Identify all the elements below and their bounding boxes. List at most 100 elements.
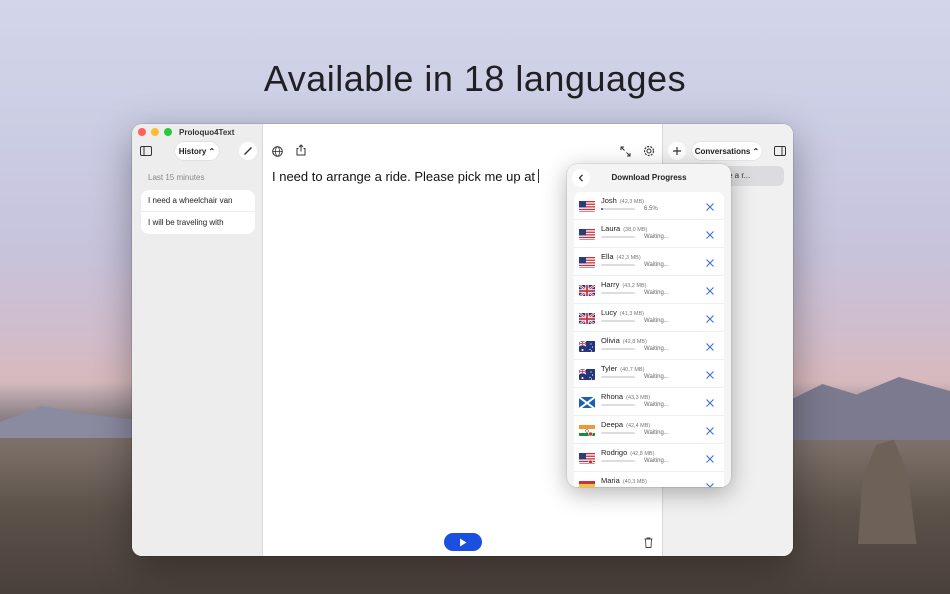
close-window-button[interactable] <box>138 128 146 136</box>
voice-name-line: Deepa (42,4 MB) <box>601 420 650 429</box>
voice-size: (40,7 MB) <box>620 367 645 373</box>
voice-size: (42,8 MB) <box>622 339 647 345</box>
voice-download-row: Rodrigo (42,8 MB) Waiting... <box>574 444 724 472</box>
close-icon <box>706 483 714 487</box>
cancel-download-button[interactable] <box>704 452 716 464</box>
language-button[interactable] <box>268 142 286 160</box>
voice-size: (42,3 MB) <box>616 255 641 261</box>
voice-name-line: Rodrigo (42,8 MB) <box>601 448 654 457</box>
flag-us-icon <box>579 228 595 240</box>
download-progress-fill <box>601 208 604 210</box>
download-progress-bar <box>601 348 635 350</box>
voice-size: (41,3 MB) <box>619 311 644 317</box>
voice-name: Laura <box>601 224 621 233</box>
download-progress-bar <box>601 236 635 238</box>
voice-name: Olivia <box>601 336 620 345</box>
history-sidebar: Proloquo4Text History ⌃ Last 15 minutes … <box>132 124 263 556</box>
close-icon <box>706 287 714 295</box>
voice-download-row: Ella (42,3 MB) Waiting... <box>574 248 724 276</box>
cancel-download-button[interactable] <box>704 396 716 408</box>
voice-download-row: Olivia (42,8 MB) Waiting... <box>574 332 724 360</box>
flag-scotland-icon <box>579 396 595 408</box>
headline: Available in 18 languages <box>263 58 687 99</box>
popover-title: Download Progress <box>611 173 687 182</box>
cancel-download-button[interactable] <box>704 424 716 436</box>
close-icon <box>706 315 714 323</box>
voice-size: (38,0 MB) <box>623 227 648 233</box>
download-progress-bar <box>601 292 635 294</box>
download-progress-bar <box>601 264 635 266</box>
sidebar-left-icon <box>140 146 152 156</box>
download-progress-bar <box>601 208 635 210</box>
flag-in-icon <box>579 424 595 436</box>
voice-size: (40,3 MB) <box>622 479 647 485</box>
voice-name: Ella <box>601 252 614 261</box>
flag-au-icon <box>579 340 595 352</box>
cancel-download-button[interactable] <box>704 284 716 296</box>
fullscreen-button[interactable] <box>616 142 634 160</box>
text-caret <box>538 169 540 183</box>
cancel-download-button[interactable] <box>704 200 716 212</box>
flag-us-icon <box>579 256 595 268</box>
download-status: Waiting... <box>644 374 669 380</box>
cancel-download-button[interactable] <box>704 312 716 324</box>
speak-button[interactable] <box>444 533 482 551</box>
cancel-download-button[interactable] <box>704 368 716 380</box>
flag-es-icon <box>579 480 595 487</box>
compose-button[interactable] <box>239 142 257 160</box>
voice-download-row: Lucy (41,3 MB) Waiting... <box>574 304 724 332</box>
add-conversation-button[interactable] <box>668 142 686 160</box>
text-editor[interactable]: I need to arrange a ride. Please pick me… <box>272 169 540 184</box>
globe-icon <box>271 145 283 157</box>
voice-name-line: Harry (43,2 MB) <box>601 280 647 289</box>
conversations-menu-button[interactable]: Conversations ⌃ <box>692 142 762 160</box>
voice-download-row: Rhona (43,3 MB) Waiting... <box>574 388 724 416</box>
download-status: Waiting... <box>644 234 669 240</box>
expand-icon <box>620 146 630 156</box>
voice-download-row: Harry (43,2 MB) Waiting... <box>574 276 724 304</box>
download-status: Waiting... <box>644 262 669 268</box>
gear-icon <box>643 145 655 157</box>
download-status: Waiting... <box>644 402 669 408</box>
share-icon <box>296 144 306 156</box>
voice-download-list: Josh (42,3 MB) 6.5% Laura (38,0 MB) Waiting..… <box>574 192 724 487</box>
voice-name-line: Josh (42,3 MB) <box>601 196 644 205</box>
download-progress-bar <box>601 432 635 434</box>
plus-icon <box>673 147 681 155</box>
voice-name: Rhona <box>601 392 624 401</box>
cancel-download-button[interactable] <box>704 340 716 352</box>
toggle-right-sidebar-button[interactable] <box>771 142 789 160</box>
history-menu-button[interactable]: History ⌃ <box>175 142 219 160</box>
voice-name-line: Laura (38,0 MB) <box>601 224 647 233</box>
settings-button[interactable] <box>640 142 658 160</box>
sidebar-right-icon <box>774 146 786 156</box>
pencil-icon <box>244 147 252 155</box>
download-status: Waiting... <box>644 290 669 296</box>
history-list: I need a wheelchair van I will be travel… <box>141 190 255 234</box>
close-icon <box>706 427 714 435</box>
voice-download-row: Josh (42,3 MB) 6.5% <box>574 192 724 220</box>
cancel-download-button[interactable] <box>704 480 716 487</box>
history-item[interactable]: I will be traveling with <box>141 212 255 234</box>
zoom-window-button[interactable] <box>164 128 172 136</box>
voice-download-row: Maria (40,3 MB) <box>574 472 724 487</box>
close-icon <box>706 371 714 379</box>
play-icon <box>460 538 467 546</box>
voice-name: Tyler <box>601 364 618 373</box>
trash-icon <box>644 537 652 548</box>
section-label: Last 15 minutes <box>148 173 205 182</box>
minimize-window-button[interactable] <box>151 128 159 136</box>
share-button[interactable] <box>292 141 310 159</box>
download-progress-bar <box>601 460 635 462</box>
download-status: 6.5% <box>644 206 658 212</box>
flag-au-icon <box>579 368 595 380</box>
download-progress-bar <box>601 320 635 322</box>
close-icon <box>706 203 714 211</box>
voice-download-row: Laura (38,0 MB) Waiting... <box>574 220 724 248</box>
cancel-download-button[interactable] <box>704 256 716 268</box>
clear-button[interactable] <box>639 533 657 551</box>
toggle-sidebar-button[interactable] <box>137 142 155 160</box>
history-item[interactable]: I need a wheelchair van <box>141 190 255 212</box>
cancel-download-button[interactable] <box>704 228 716 240</box>
flag-us-icon <box>579 200 595 212</box>
